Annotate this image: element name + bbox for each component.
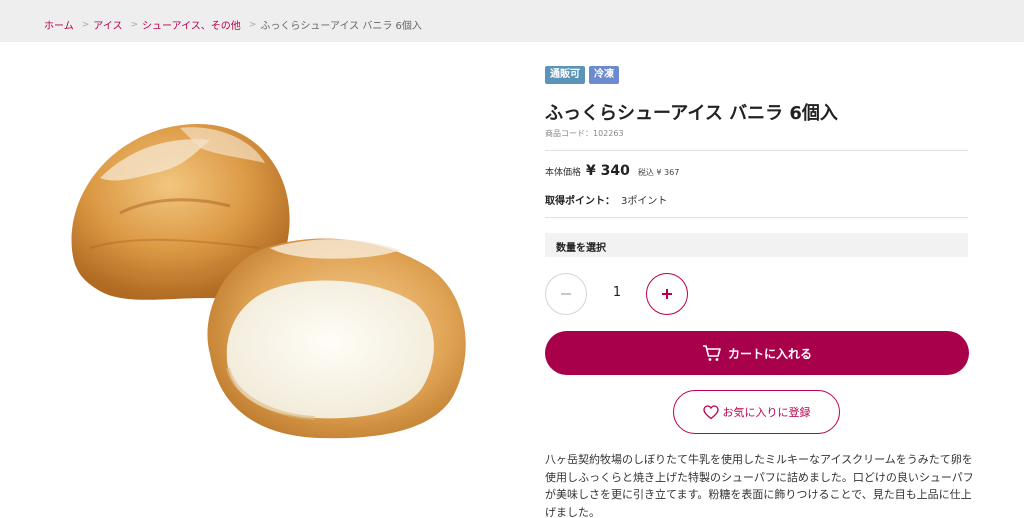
add-to-cart-button[interactable]: カートに入れる bbox=[545, 331, 969, 375]
plus-icon bbox=[662, 289, 672, 299]
points-value: 3ポイント bbox=[621, 196, 668, 207]
cart-icon bbox=[702, 345, 721, 361]
price-tax-included: 税込 ¥ 367 bbox=[637, 168, 680, 177]
price-value: ¥ 340 bbox=[586, 163, 630, 179]
points-row: 取得ポイント： 3ポイント bbox=[545, 192, 667, 207]
breadcrumb-bar: ホーム > アイス > シューアイス、その他 > ふっくらシューアイス バニラ … bbox=[0, 0, 1024, 42]
breadcrumb-separator: > bbox=[81, 19, 90, 30]
minus-icon bbox=[561, 293, 571, 295]
badge-frozen: 冷凍 bbox=[589, 66, 619, 84]
breadcrumb-current: ふっくらシューアイス バニラ 6個入 bbox=[260, 21, 422, 32]
add-to-cart-label: カートに入れる bbox=[727, 346, 812, 361]
quantity-increment-button[interactable] bbox=[646, 273, 688, 315]
add-to-favorites-label: お気に入りに登録 bbox=[722, 406, 811, 419]
badge-group: 通販可 冷凍 bbox=[545, 66, 619, 84]
price-label: 本体価格 bbox=[545, 168, 582, 178]
badge-mail-order: 通販可 bbox=[545, 66, 585, 84]
breadcrumb-ice-link[interactable]: アイス bbox=[93, 17, 122, 32]
breadcrumb-home-link[interactable]: ホーム bbox=[44, 17, 74, 32]
quantity-heading-label: 数量を選択 bbox=[556, 243, 606, 254]
breadcrumb-category-link[interactable]: シューアイス、その他 bbox=[142, 17, 241, 32]
breadcrumb-separator: > bbox=[248, 19, 257, 30]
product-title: ふっくらシューアイス バニラ 6個入 bbox=[545, 103, 838, 124]
add-to-favorites-button[interactable]: お気に入りに登録 bbox=[673, 390, 840, 434]
price-row: 本体価格 ¥ 340 税込 ¥ 367 bbox=[545, 163, 679, 179]
quantity-value[interactable]: 1 bbox=[588, 285, 646, 300]
quantity-decrement-button[interactable] bbox=[545, 273, 587, 315]
breadcrumb-separator: > bbox=[130, 19, 138, 30]
product-image bbox=[71, 123, 466, 439]
divider bbox=[545, 217, 968, 218]
product-description: 八ヶ岳契約牧場のしぼりたて牛乳を使用したミルキーなアイスクリームをうみたて卵を使… bbox=[545, 453, 974, 518]
breadcrumb: ホーム > アイス > シューアイス、その他 > ふっくらシューアイス バニラ … bbox=[44, 17, 422, 33]
divider bbox=[545, 150, 968, 151]
quantity-heading: 数量を選択 bbox=[545, 233, 968, 257]
points-label: 取得ポイント： bbox=[545, 196, 615, 207]
heart-icon bbox=[702, 404, 719, 419]
product-code: 商品コード：102263 bbox=[545, 129, 624, 138]
